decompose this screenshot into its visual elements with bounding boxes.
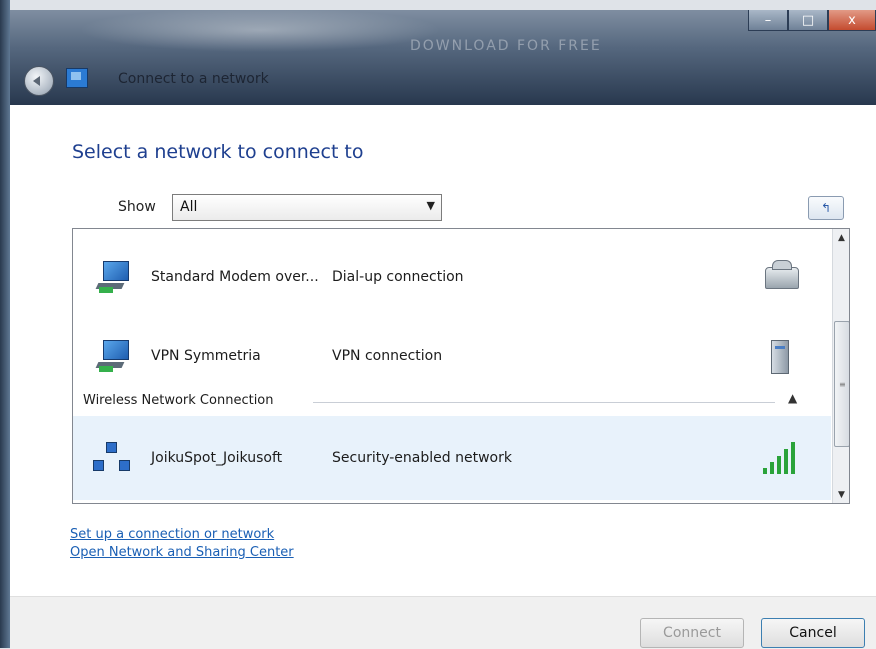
minimize-button[interactable]: – — [748, 10, 788, 31]
group-divider — [313, 402, 775, 403]
window-controls: – □ x — [748, 10, 876, 31]
adhoc-network-icon — [93, 442, 130, 472]
list-item-modem[interactable]: Standard Modem over... Dial-up connectio… — [73, 243, 831, 313]
scroll-down-arrow-icon[interactable]: ▼ — [833, 486, 849, 503]
sharing-center-link[interactable]: Open Network and Sharing Center — [70, 545, 294, 560]
connection-name: VPN Symmetria — [151, 348, 261, 364]
group-label: Wireless Network Connection — [83, 393, 282, 408]
list-item-wireless[interactable]: JoikuSpot_Joikusoft Security-enabled net… — [73, 416, 831, 500]
window-frame-left — [0, 0, 10, 648]
connection-type: VPN connection — [332, 348, 443, 364]
vpn-server-icon — [763, 336, 799, 376]
title-watermark: DOWNLOAD FOR FREE — [410, 38, 602, 54]
chevron-up-icon[interactable]: ▲ — [788, 391, 797, 405]
wireless-network-name: JoikuSpot_Joikusoft — [151, 450, 283, 466]
scroll-up-arrow-icon[interactable]: ▲ — [833, 229, 849, 246]
close-button[interactable]: x — [828, 10, 876, 31]
connect-button[interactable]: Connect — [640, 618, 744, 648]
maximize-button[interactable]: □ — [788, 10, 828, 31]
list-scrollbar[interactable]: ▲ ≡ ▼ — [832, 229, 849, 503]
modem-icon — [763, 257, 799, 297]
show-filter-select[interactable]: All ▼ — [172, 194, 442, 221]
scroll-thumb[interactable]: ≡ — [834, 321, 849, 447]
window-title: Connect to a network — [118, 71, 269, 87]
dropdown-arrow-icon: ▼ — [426, 199, 435, 212]
wireless-security-type: Security-enabled network — [332, 450, 512, 466]
cancel-button[interactable]: Cancel — [761, 618, 865, 648]
show-label: Show — [118, 199, 156, 215]
title-bar: DOWNLOAD FOR FREE Connect to a network –… — [10, 10, 876, 105]
signal-strength-icon — [763, 440, 803, 476]
network-connection-icon — [95, 340, 131, 374]
back-button[interactable] — [24, 66, 54, 96]
wireless-group-header[interactable]: Wireless Network Connection ▲ — [73, 389, 831, 413]
scroll-grip-icon: ≡ — [839, 380, 846, 389]
connect-dialog: DOWNLOAD FOR FREE Connect to a network –… — [10, 10, 876, 649]
show-filter-value: All — [180, 199, 198, 215]
refresh-icon: ↰ — [820, 201, 832, 215]
dialog-footer: Connect Cancel — [10, 596, 876, 649]
network-list[interactable]: Standard Modem over... Dial-up connectio… — [72, 228, 850, 504]
refresh-button[interactable]: ↰ — [808, 196, 844, 220]
network-app-icon — [66, 68, 88, 88]
list-item-vpn[interactable]: VPN Symmetria VPN connection — [73, 322, 831, 392]
connection-type: Dial-up connection — [332, 269, 464, 285]
network-connection-icon — [95, 261, 131, 295]
setup-connection-link[interactable]: Set up a connection or network — [70, 527, 274, 542]
connection-name: Standard Modem over... — [151, 269, 319, 285]
page-heading: Select a network to connect to — [72, 141, 364, 163]
